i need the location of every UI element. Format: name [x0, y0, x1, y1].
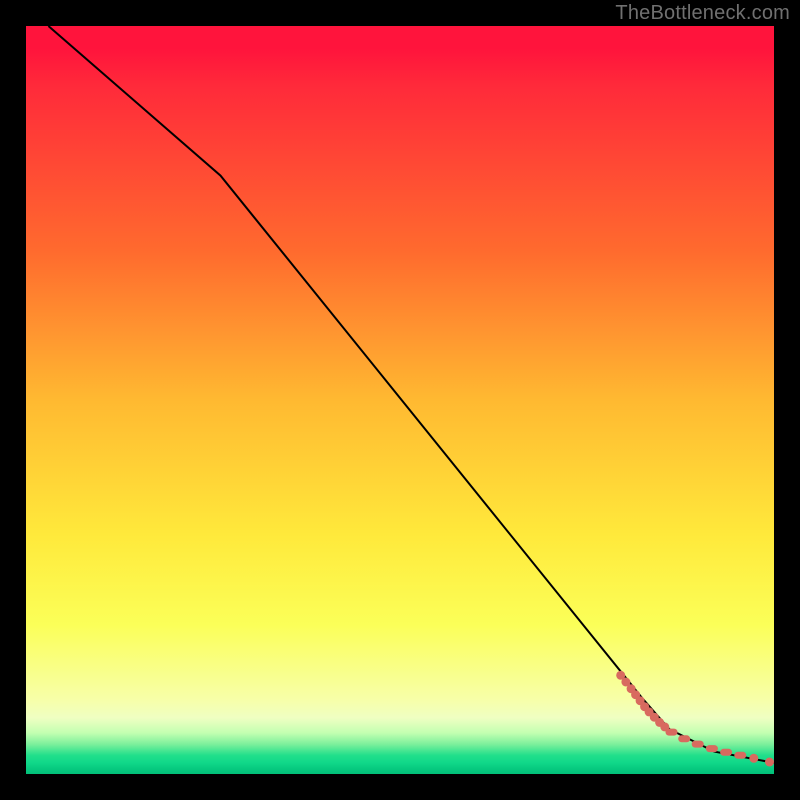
- marker-dash: [706, 745, 718, 752]
- marker-layer: [616, 671, 774, 767]
- marker-dash: [734, 752, 746, 759]
- watermark-text: TheBottleneck.com: [615, 2, 790, 25]
- marker-dash: [692, 741, 704, 748]
- marker-dot: [765, 758, 774, 767]
- marker-dot: [749, 754, 758, 763]
- marker-dash: [720, 749, 732, 756]
- bottleneck-curve: [48, 26, 774, 763]
- marker-dash: [666, 729, 678, 736]
- marker-dash: [678, 735, 690, 742]
- chart-plot: [26, 26, 774, 774]
